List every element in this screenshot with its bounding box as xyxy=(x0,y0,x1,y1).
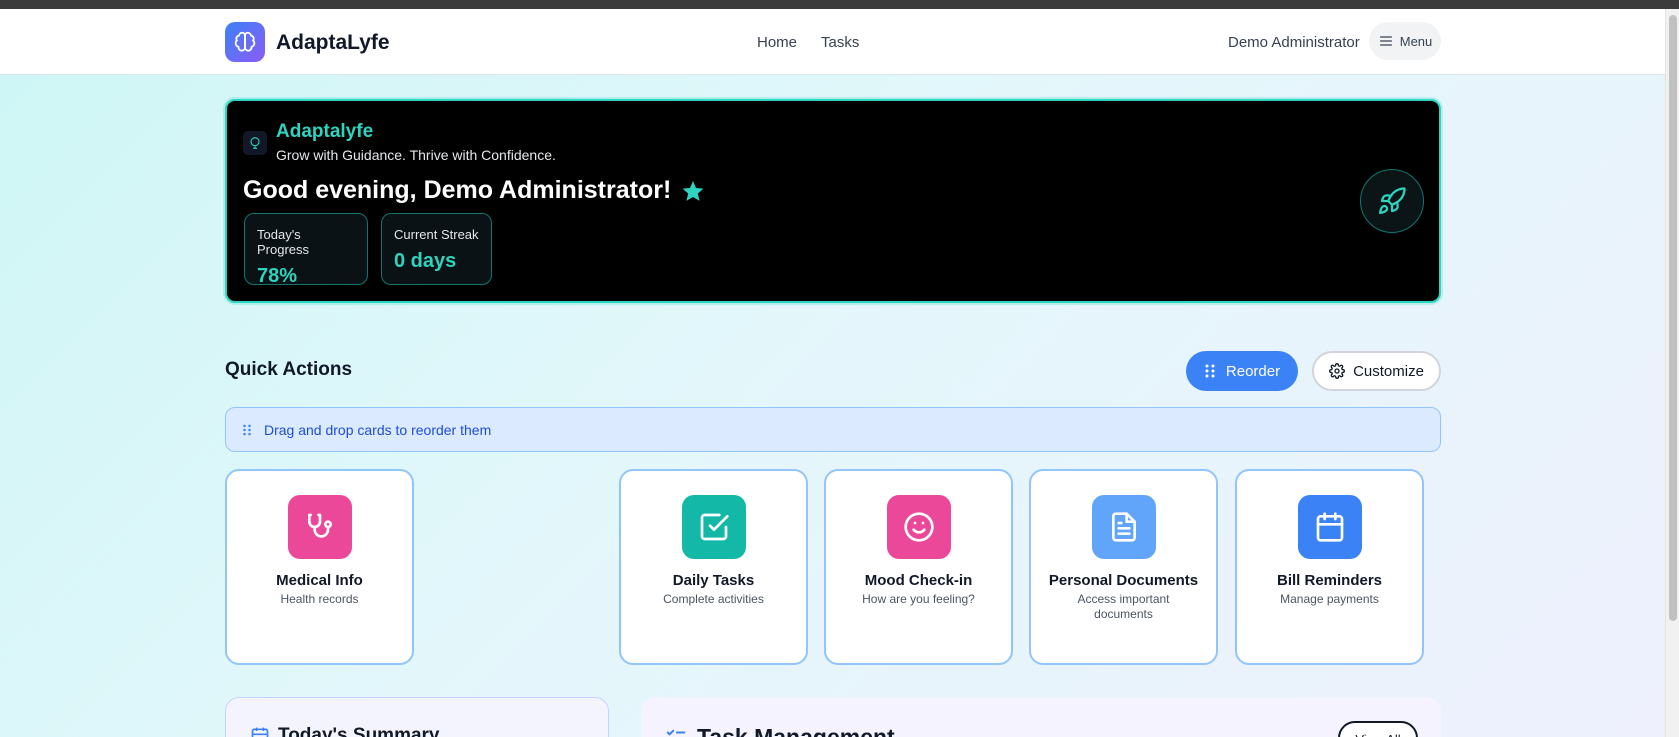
hero-brain-icon xyxy=(243,131,267,155)
summary-title: Today's Summary xyxy=(278,725,440,737)
task-management-panel: Task Management View All xyxy=(641,697,1441,737)
top-navbar: AdaptaLyfe Home Tasks Demo Administrator… xyxy=(0,9,1665,75)
reorder-button[interactable]: Reorder xyxy=(1186,351,1298,391)
card-subtitle: Access important documents xyxy=(1077,592,1170,621)
card-bill-reminders[interactable]: Bill Reminders Manage payments xyxy=(1235,469,1424,665)
stat-value: 0 days xyxy=(394,250,457,272)
menu-button[interactable]: Menu xyxy=(1369,22,1441,60)
gear-icon xyxy=(1329,363,1345,379)
hero-brand: Adaptalyfe xyxy=(276,121,374,142)
nav-home-link[interactable]: Home xyxy=(757,34,797,51)
stat-label: Current Streak xyxy=(394,227,479,242)
scrollbar-thumb[interactable] xyxy=(1669,15,1677,621)
customize-button[interactable]: Customize xyxy=(1312,351,1441,391)
card-title: Daily Tasks xyxy=(672,572,755,589)
reorder-label: Reorder xyxy=(1225,362,1281,380)
list-check-icon xyxy=(666,729,686,737)
greeting-text: Good evening, Demo Administrator! xyxy=(243,176,672,204)
streak-stat: Current Streak 0 days xyxy=(381,213,492,285)
card-title: Medical Info xyxy=(276,572,363,589)
hero-tagline: Grow with Guidance. Thrive with Confiden… xyxy=(276,147,556,163)
task-management-title: Task Management xyxy=(697,724,895,737)
progress-stat: Today's Progress 78% xyxy=(244,213,368,287)
card-subtitle: How are you feeling? xyxy=(862,592,975,606)
hamburger-icon xyxy=(1379,36,1392,46)
card-subtitle: Health records xyxy=(280,592,359,606)
card-subtitle: Manage payments xyxy=(1280,592,1379,606)
quick-actions-title: Quick Actions xyxy=(225,359,353,380)
page-scrollbar[interactable] xyxy=(1665,9,1679,737)
stat-label: Today's Progress xyxy=(257,227,310,257)
star-icon xyxy=(682,180,704,201)
stethoscope-icon xyxy=(287,495,352,559)
brain-logo-icon[interactable] xyxy=(225,22,265,62)
main-nav: Home Tasks xyxy=(757,34,859,51)
drag-handle-icon xyxy=(1205,364,1215,378)
smile-icon xyxy=(886,495,951,559)
todays-summary-panel: Today's Summary xyxy=(225,697,609,737)
card-subtitle: Complete activities xyxy=(663,592,764,606)
banner-text: Drag and drop cards to reorder them xyxy=(264,421,492,438)
welcome-hero: Adaptalyfe Grow with Guidance. Thrive wi… xyxy=(225,99,1441,303)
card-title: Mood Check-in xyxy=(864,572,973,589)
drag-handle-icon xyxy=(243,424,251,435)
nav-tasks-link[interactable]: Tasks xyxy=(821,34,859,51)
card-medical-info[interactable]: Medical Info Health records xyxy=(225,469,414,665)
check-square-icon xyxy=(681,495,746,559)
calendar-icon xyxy=(1297,495,1362,559)
browser-top-strip xyxy=(0,0,1679,9)
view-all-button[interactable]: View All xyxy=(1338,721,1418,737)
menu-label: Menu xyxy=(1399,33,1433,49)
reorder-hint-banner: Drag and drop cards to reorder them xyxy=(225,407,1441,452)
stat-value: 78% xyxy=(257,265,298,287)
user-name[interactable]: Demo Administrator xyxy=(1228,34,1360,51)
document-icon xyxy=(1091,495,1156,559)
card-title: Bill Reminders xyxy=(1276,572,1383,589)
card-mood-check-in[interactable]: Mood Check-in How are you feeling? xyxy=(824,469,1013,665)
calendar-icon xyxy=(251,727,269,737)
rocket-icon xyxy=(1360,169,1424,233)
card-daily-tasks[interactable]: Daily Tasks Complete activities xyxy=(619,469,808,665)
greeting: Good evening, Demo Administrator! xyxy=(243,176,705,205)
customize-label: Customize xyxy=(1353,362,1424,380)
card-personal-documents[interactable]: Personal Documents Access important docu… xyxy=(1029,469,1218,665)
brand-name[interactable]: AdaptaLyfe xyxy=(276,31,390,55)
card-title: Personal Documents xyxy=(1048,572,1199,589)
